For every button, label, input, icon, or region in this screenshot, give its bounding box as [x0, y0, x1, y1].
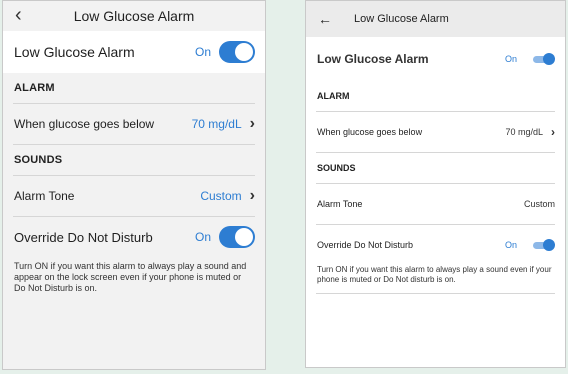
- sounds-section-header: SOUNDS: [14, 154, 63, 166]
- arrow-left-icon[interactable]: ←: [318, 11, 332, 27]
- glucose-threshold-label: When glucose goes below: [317, 127, 423, 137]
- low-glucose-alarm-state: On: [504, 54, 517, 64]
- alarm-tone-value: Custom: [523, 199, 555, 209]
- dnd-override-label: Override Do Not Disturb: [317, 240, 414, 250]
- nav-header: ‹ Low Glucose Alarm: [3, 1, 265, 31]
- glucose-threshold-value: 70 mg/dL: [505, 127, 543, 137]
- alarm-section-header: ALARM: [14, 82, 55, 94]
- low-glucose-alarm-state: On: [194, 45, 211, 59]
- dnd-override-state: On: [194, 230, 211, 244]
- page-title: Low Glucose Alarm: [354, 13, 449, 25]
- glucose-threshold-value: 70 mg/dL: [191, 117, 242, 131]
- android-screen: ← Low Glucose Alarm Low Glucose Alarm On…: [305, 0, 566, 368]
- alarm-tone-value: Custom: [200, 189, 242, 203]
- dnd-override-note: Turn ON if you want this alarm to always…: [14, 261, 247, 293]
- dnd-override-state: On: [504, 240, 517, 250]
- dnd-override-row[interactable]: Override Do Not Disturb On: [3, 217, 265, 257]
- alarm-section-header: ALARM: [317, 91, 350, 101]
- glucose-threshold-row[interactable]: When glucose goes below 70 mg/dL ›: [306, 112, 565, 152]
- low-glucose-alarm-switch[interactable]: [533, 53, 555, 65]
- sounds-section-header: SOUNDS: [317, 163, 356, 173]
- dnd-override-label: Override Do Not Disturb: [14, 229, 153, 245]
- divider: [316, 293, 555, 294]
- alarm-tone-row[interactable]: Alarm Tone Custom ›: [3, 176, 265, 216]
- low-glucose-alarm-row[interactable]: Low Glucose Alarm On: [306, 37, 565, 81]
- alarm-tone-row[interactable]: Alarm Tone Custom: [306, 184, 565, 224]
- ios-screen: ‹ Low Glucose Alarm Low Glucose Alarm On…: [2, 0, 266, 370]
- dnd-override-row[interactable]: Override Do Not Disturb On: [306, 225, 565, 265]
- dnd-override-note: Turn ON if you want this alarm to always…: [317, 265, 552, 284]
- glucose-threshold-label: When glucose goes below: [14, 117, 155, 131]
- alarm-tone-label: Alarm Tone: [317, 199, 363, 209]
- chevron-right-icon: ›: [551, 125, 555, 139]
- chevron-right-icon: ›: [249, 115, 255, 132]
- page-title: Low Glucose Alarm: [73, 8, 195, 24]
- app-bar: ← Low Glucose Alarm: [306, 1, 565, 37]
- dnd-override-switch[interactable]: [533, 239, 555, 251]
- low-glucose-alarm-row[interactable]: Low Glucose Alarm On: [3, 31, 265, 73]
- glucose-threshold-row[interactable]: When glucose goes below 70 mg/dL ›: [3, 104, 265, 144]
- low-glucose-alarm-toggle[interactable]: [219, 41, 255, 63]
- low-glucose-alarm-label: Low Glucose Alarm: [317, 52, 429, 66]
- low-glucose-alarm-label: Low Glucose Alarm: [14, 44, 135, 60]
- alarm-tone-label: Alarm Tone: [14, 189, 75, 203]
- chevron-left-icon[interactable]: ‹: [15, 4, 22, 26]
- dnd-override-toggle[interactable]: [219, 226, 255, 248]
- chevron-right-icon: ›: [249, 187, 255, 204]
